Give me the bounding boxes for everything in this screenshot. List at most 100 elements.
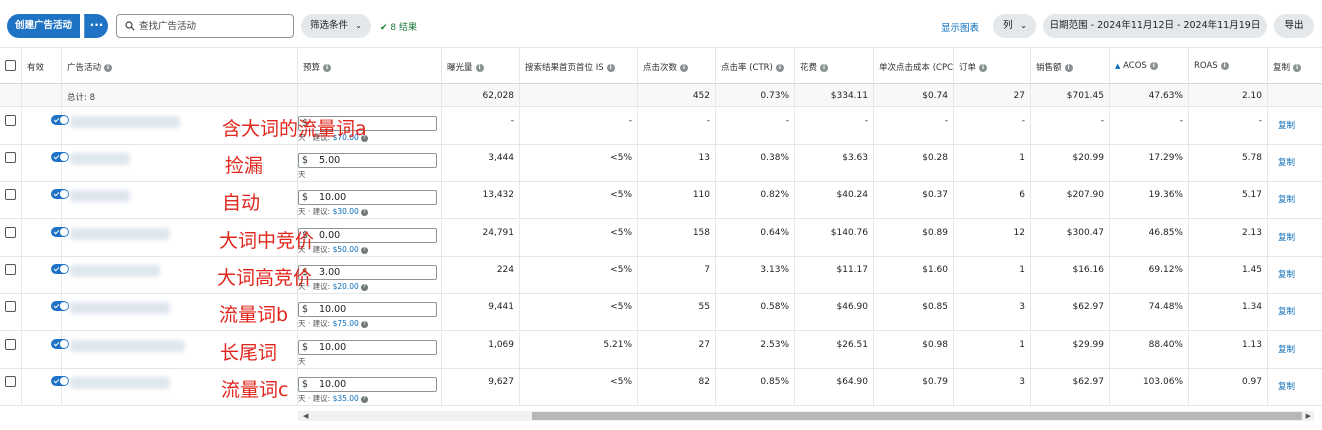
create-campaign-button[interactable]: 创建广告活动: [7, 14, 81, 38]
budget-input[interactable]: $0.00: [298, 228, 437, 243]
campaign-name-redacted[interactable]: [70, 228, 170, 240]
info-icon[interactable]: i: [1220, 61, 1229, 70]
horizontal-scrollbar[interactable]: ◀ ▶: [298, 411, 1314, 421]
annotation-label: 流量词b: [219, 304, 289, 326]
row-roas: 1.13: [1189, 332, 1268, 368]
totals-cpc: $0.74: [874, 84, 954, 106]
row-checkbox[interactable]: [5, 115, 16, 126]
header-roas[interactable]: ROAS i: [1189, 48, 1268, 83]
budget-input[interactable]: $10.00: [298, 302, 437, 317]
header-spend[interactable]: 花费 i: [795, 48, 874, 83]
row-tos: <5%: [520, 294, 638, 330]
annotation-label: 含大词的流量词a: [222, 118, 367, 140]
header-impressions[interactable]: 曝光量 i: [442, 48, 520, 83]
info-icon[interactable]: i: [323, 63, 332, 72]
filter-label: 筛选条件: [310, 20, 349, 31]
row-checkbox[interactable]: [5, 152, 16, 163]
search-box[interactable]: [116, 14, 294, 38]
budget-input[interactable]: $10.00: [298, 377, 437, 392]
select-all-checkbox[interactable]: [5, 60, 16, 71]
budget-input[interactable]: $3.00: [298, 265, 437, 280]
copy-link[interactable]: 复制: [1278, 193, 1295, 205]
suggested-budget[interactable]: $30.00: [333, 207, 359, 216]
row-roas: 5.17: [1189, 182, 1268, 218]
budget-input[interactable]: $10.00: [298, 340, 437, 355]
info-icon[interactable]: i: [979, 63, 988, 72]
copy-link[interactable]: 复制: [1278, 380, 1295, 392]
header-ctr[interactable]: 点击率 (CTR) i: [716, 48, 795, 83]
copy-link[interactable]: 复制: [1278, 268, 1295, 280]
suggested-budget[interactable]: $50.00: [333, 245, 359, 254]
campaign-name-redacted[interactable]: [70, 116, 180, 128]
scrollbar-thumb[interactable]: [532, 412, 1302, 420]
row-acos: 46.85%: [1110, 220, 1189, 256]
sort-asc-icon: ▲: [1115, 62, 1121, 70]
export-button[interactable]: 导出: [1274, 14, 1314, 38]
row-checkbox[interactable]: [5, 189, 16, 200]
info-icon[interactable]: i: [820, 63, 829, 72]
campaign-name-redacted[interactable]: [70, 377, 170, 389]
search-input[interactable]: [139, 18, 289, 34]
budget-subtext: 天 · 建议: $75.00?: [298, 318, 368, 329]
header-copy-label: 复制: [1273, 63, 1291, 73]
row-checkbox[interactable]: [5, 376, 16, 387]
row-spend: $3.63: [795, 145, 874, 181]
columns-dropdown[interactable]: 列 ⌄: [993, 14, 1036, 38]
row-active-cell: [22, 369, 69, 405]
campaign-name-redacted[interactable]: [70, 153, 130, 165]
header-sales[interactable]: 销售额 i: [1031, 48, 1110, 83]
date-range-button[interactable]: 日期范围 - 2024年11月12日 - 2024年11月19日: [1043, 14, 1267, 38]
info-icon[interactable]: i: [1149, 61, 1158, 70]
help-icon[interactable]: ?: [360, 395, 368, 403]
row-tos: <5%: [520, 145, 638, 181]
scroll-left-icon[interactable]: ◀: [303, 412, 308, 420]
row-select-cell: [0, 294, 22, 330]
budget-period-label: 天 · 建议:: [298, 207, 333, 216]
campaign-name-redacted[interactable]: [70, 340, 185, 352]
show-chart-link[interactable]: 显示图表: [941, 20, 979, 34]
header-clicks[interactable]: 点击次数 i: [638, 48, 716, 83]
header-top-of-search-is[interactable]: 搜索结果首页首位 IS i: [520, 48, 638, 83]
info-icon[interactable]: i: [680, 63, 689, 72]
suggested-budget[interactable]: $75.00: [333, 319, 359, 328]
info-icon[interactable]: i: [104, 63, 113, 72]
info-icon[interactable]: i: [475, 63, 484, 72]
help-icon[interactable]: ?: [360, 246, 368, 254]
header-cpc[interactable]: 单次点击成本 (CPC): [874, 48, 954, 83]
row-checkbox[interactable]: [5, 227, 16, 238]
copy-link[interactable]: 复制: [1278, 119, 1295, 131]
row-checkbox[interactable]: [5, 301, 16, 312]
copy-link[interactable]: 复制: [1278, 305, 1295, 317]
campaign-name-redacted[interactable]: [70, 190, 130, 202]
budget-input[interactable]: $5.00: [298, 153, 437, 168]
more-actions-button[interactable]: ···: [84, 14, 108, 38]
header-acos[interactable]: ▲ ACOS i: [1110, 48, 1189, 83]
header-orders[interactable]: 订单 i: [954, 48, 1031, 83]
campaign-name-redacted[interactable]: [70, 302, 170, 314]
row-impressions: 224: [442, 257, 520, 293]
copy-link[interactable]: 复制: [1278, 231, 1295, 243]
copy-link[interactable]: 复制: [1278, 156, 1295, 168]
help-icon[interactable]: ?: [360, 283, 368, 291]
info-icon[interactable]: i: [606, 63, 615, 72]
help-icon[interactable]: ?: [360, 208, 368, 216]
header-active[interactable]: 有效: [22, 48, 62, 83]
help-icon[interactable]: ?: [360, 320, 368, 328]
campaign-name-redacted[interactable]: [70, 265, 160, 277]
copy-link[interactable]: 复制: [1278, 343, 1295, 355]
row-checkbox[interactable]: [5, 264, 16, 275]
row-cpc: $0.98: [874, 332, 954, 368]
search-icon: [125, 21, 135, 31]
row-checkbox[interactable]: [5, 339, 16, 350]
suggested-budget[interactable]: $20.00: [333, 282, 359, 291]
scroll-right-icon[interactable]: ▶: [1306, 412, 1311, 420]
header-campaign[interactable]: 广告活动 i: [62, 48, 298, 83]
suggested-budget[interactable]: $35.00: [333, 394, 359, 403]
filter-dropdown[interactable]: 筛选条件 ⌄: [301, 14, 371, 38]
info-icon[interactable]: i: [1064, 63, 1073, 72]
info-icon[interactable]: i: [1293, 63, 1302, 72]
info-icon[interactable]: i: [775, 63, 784, 72]
row-cpc: $0.28: [874, 145, 954, 181]
budget-input[interactable]: $10.00: [298, 190, 437, 205]
header-budget[interactable]: 预算 i: [298, 48, 442, 83]
